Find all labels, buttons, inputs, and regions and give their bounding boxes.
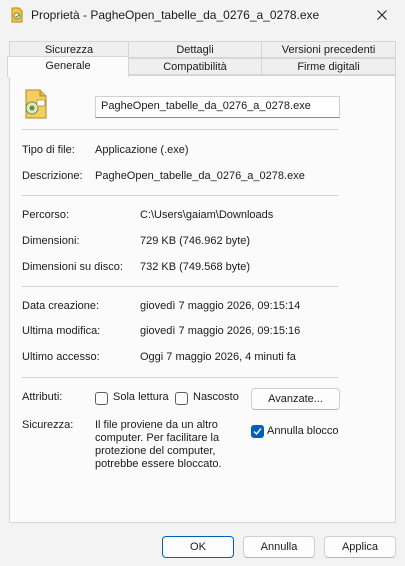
tab-compatibilita[interactable]: Compatibilità: [128, 58, 262, 75]
tab-generale[interactable]: Generale: [7, 56, 129, 77]
title-bar: Proprietà - PagheOpen_tabelle_da_0276_a_…: [0, 0, 405, 32]
unblock-checkbox[interactable]: [251, 425, 264, 438]
description-label: Descrizione:: [22, 170, 83, 182]
file-type-label: Tipo di file:: [22, 144, 75, 156]
modified-label: Ultima modifica:: [22, 325, 101, 337]
separator: [22, 286, 338, 287]
file-properties-icon: [9, 7, 25, 23]
modified-value: giovedì 7 maggio 2026, 09:15:16: [140, 325, 301, 337]
path-label: Percorso:: [22, 209, 70, 221]
description-value: PagheOpen_tabelle_da_0276_a_0278.exe: [95, 170, 305, 182]
security-warning-text: Il file proviene da un altro computer. P…: [95, 419, 222, 470]
separator: [22, 377, 338, 378]
readonly-label[interactable]: Sola lettura: [113, 391, 169, 403]
close-icon: [377, 9, 387, 23]
window-title: Proprietà - PagheOpen_tabelle_da_0276_a_…: [31, 8, 320, 22]
created-label: Data creazione:: [22, 300, 100, 312]
accessed-value: Oggi 7 maggio 2026, 4 minuti fa: [140, 351, 296, 363]
hidden-checkbox[interactable]: [175, 392, 188, 405]
tab-versioni-precedenti[interactable]: Versioni precedenti: [261, 41, 396, 58]
tab-firme-digitali[interactable]: Firme digitali: [261, 58, 396, 75]
file-name-field[interactable]: PagheOpen_tabelle_da_0276_a_0278.exe: [95, 96, 340, 118]
advanced-button[interactable]: Avanzate...: [251, 388, 340, 410]
file-type-value: Applicazione (.exe): [95, 144, 189, 156]
application-file-icon: [22, 88, 50, 120]
tab-dettagli[interactable]: Dettagli: [128, 41, 262, 58]
readonly-checkbox[interactable]: [95, 392, 108, 405]
ok-button[interactable]: OK: [162, 536, 234, 558]
size-value: 729 KB (746.962 byte): [140, 235, 251, 247]
created-value: giovedì 7 maggio 2026, 09:15:14: [140, 300, 301, 312]
separator: [22, 195, 338, 196]
accessed-label: Ultimo accesso:: [22, 351, 100, 363]
close-button[interactable]: [359, 0, 405, 32]
unblock-label[interactable]: Annulla blocco: [267, 425, 339, 437]
hidden-label[interactable]: Nascosto: [193, 391, 239, 403]
cancel-button[interactable]: Annulla: [243, 536, 315, 558]
size-on-disk-label: Dimensioni su disco:: [22, 261, 123, 273]
security-label: Sicurezza:: [22, 419, 74, 431]
checkmark-icon: [253, 428, 262, 436]
apply-button[interactable]: Applica: [324, 536, 396, 558]
attributes-label: Attributi:: [22, 391, 63, 403]
size-on-disk-value: 732 KB (749.568 byte): [140, 261, 251, 273]
separator: [22, 129, 338, 130]
path-value: C:\Users\gaiam\Downloads: [140, 209, 274, 221]
size-label: Dimensioni:: [22, 235, 80, 247]
